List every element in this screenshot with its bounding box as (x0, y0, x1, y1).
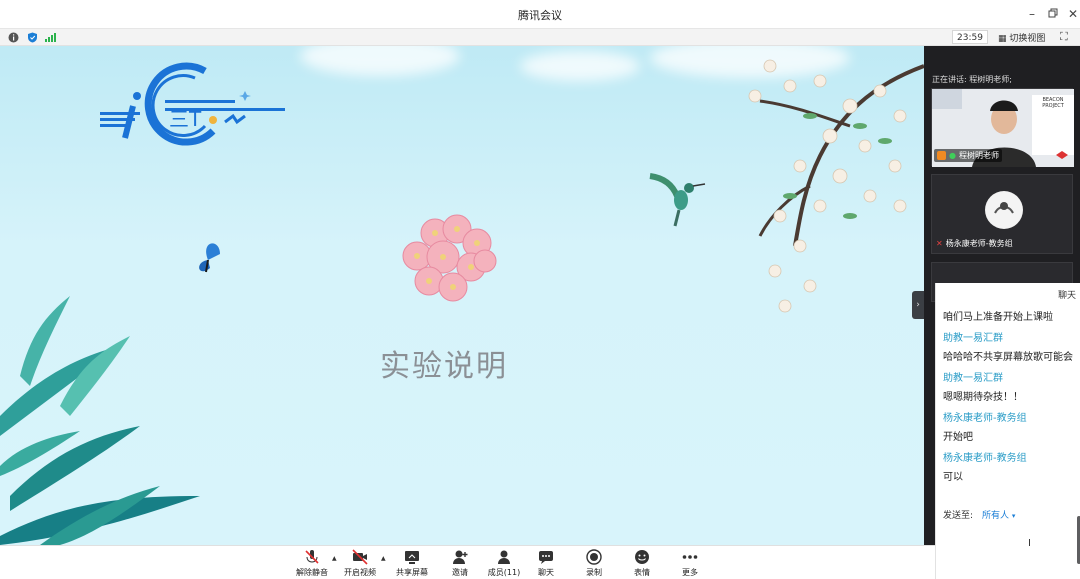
cloud-decoration (520, 51, 640, 81)
meeting-toolbar: 解除静音 ▲ 开启视频 ▲ 共享屏幕 邀请 成员(11) 聊天 录制 表情 更多 (0, 545, 935, 579)
chat-panel: 聊天 咱们马上准备开始上课啦 助教一易汇群 哈哈哈不共享屏幕放歌可能会 助教一易… (935, 283, 1080, 579)
invite-button[interactable]: 邀请 (440, 549, 480, 578)
restore-icon[interactable] (1045, 6, 1061, 22)
chat-icon (539, 551, 553, 564)
window-title: 腾讯会议 (518, 9, 562, 22)
video-off-icon (352, 549, 368, 565)
svg-text:三T: 三T (169, 107, 202, 131)
participant-label: ✕ 杨永康老师-教务组 (936, 238, 1013, 249)
more-button[interactable]: 更多 (670, 549, 710, 578)
share-screen-button[interactable]: 共享屏幕 (392, 549, 432, 578)
logo-image: 三T (100, 62, 285, 146)
members-icon (498, 550, 510, 564)
bamboo-leaves-image (0, 296, 200, 545)
start-video-label: 开启视频 (344, 568, 376, 577)
meeting-timer: 23:59 (952, 30, 988, 44)
video-options-caret-icon[interactable]: ▲ (381, 555, 386, 562)
shield-icon[interactable] (27, 32, 38, 43)
mic-icon: ● (949, 151, 956, 160)
record-button[interactable]: 录制 (574, 549, 614, 578)
send-to-label: 发送至: (943, 511, 974, 521)
share-screen-label: 共享屏幕 (396, 568, 428, 577)
participant-label: ● 程树明老师 (934, 149, 1002, 162)
chevron-down-icon: ▾ (1011, 512, 1016, 520)
chat-message: 嗯嗯期待杂技！！ (943, 392, 1023, 403)
collapse-panel-button[interactable]: › (912, 291, 924, 319)
invite-label: 邀请 (452, 568, 468, 577)
layout-icon: ▦ (998, 34, 1007, 44)
title-bar: 腾讯会议 – ✕ (0, 0, 1080, 29)
audio-options-caret-icon[interactable]: ▲ (332, 555, 337, 562)
chat-button[interactable]: 聊天 (526, 549, 566, 578)
signal-strength-icon[interactable] (45, 32, 56, 43)
emoji-button[interactable]: 表情 (622, 549, 662, 578)
chat-label: 聊天 (538, 568, 554, 577)
more-icon (682, 555, 698, 559)
chat-message: 开始吧 (943, 432, 973, 443)
switch-view-button[interactable]: ▦ 切换视图 (998, 31, 1045, 44)
fullscreen-icon[interactable]: ⛶ (1060, 30, 1068, 44)
flower-bouquet-image (402, 214, 497, 302)
blossom-branch-image (748, 59, 924, 313)
chat-sender: 杨永康老师-教务组 (943, 453, 1027, 464)
butterfly-image (199, 243, 220, 273)
info-icon[interactable] (8, 32, 19, 43)
chat-sender: 杨永康老师-教务组 (943, 413, 1027, 424)
unmute-label: 解除静音 (296, 568, 328, 577)
chat-message: 哈哈哈不共享屏幕放歌可能会 (943, 352, 1073, 363)
participant-name: 程树明老师 (958, 151, 999, 160)
cloud-decoration (300, 46, 460, 76)
mic-muted-icon: ✕ (936, 239, 943, 248)
shared-screen: 三T 实验说明 (0, 46, 924, 545)
chat-sender: 助教一易汇群 (943, 373, 1003, 384)
video-tile[interactable]: BEACON PROJECT ● 程树明老师 (931, 88, 1074, 167)
send-to-value: 所有人 (982, 511, 1010, 521)
record-label: 录制 (586, 568, 602, 577)
status-bar: 23:59 ▦ 切换视图 ⛶ (0, 29, 1080, 46)
share-screen-icon (405, 551, 419, 564)
mic-muted-icon (305, 550, 319, 564)
switch-view-label: 切换视图 (1009, 34, 1046, 44)
chat-message: 咱们马上准备开始上课啦 (943, 312, 1053, 323)
chat-input[interactable]: I (1028, 538, 1031, 549)
slide-title: 实验说明 (380, 349, 508, 384)
host-icon (937, 151, 946, 160)
unmute-button[interactable]: 解除静音 (292, 549, 332, 578)
members-button[interactable]: 成员(11) (484, 549, 524, 578)
close-icon[interactable]: ✕ (1065, 6, 1080, 22)
participant-name: 杨永康老师-教务组 (945, 239, 1013, 248)
chat-sender: 助教一易汇群 (943, 333, 1003, 344)
more-label: 更多 (682, 568, 698, 577)
avatar (985, 191, 1023, 229)
chevron-right-icon: › (916, 300, 920, 310)
start-video-button[interactable]: 开启视频 (340, 549, 380, 578)
emoji-icon (635, 550, 649, 564)
chat-message: 可以 (943, 472, 963, 483)
speaking-indicator: 正在讲话: 程树明老师; (932, 75, 1012, 84)
record-icon (586, 549, 602, 565)
members-label: 成员(11) (487, 568, 521, 577)
minimize-icon[interactable]: – (1024, 6, 1040, 22)
emoji-label: 表情 (634, 568, 650, 577)
poster-text: BEACON PROJECT (1042, 97, 1064, 109)
invite-icon (453, 550, 468, 564)
video-tile[interactable]: ✕ 杨永康老师-教务组 (931, 174, 1073, 254)
chat-title: 聊天 (1057, 291, 1076, 301)
send-to-dropdown[interactable]: 所有人 ▾ (982, 508, 1015, 521)
